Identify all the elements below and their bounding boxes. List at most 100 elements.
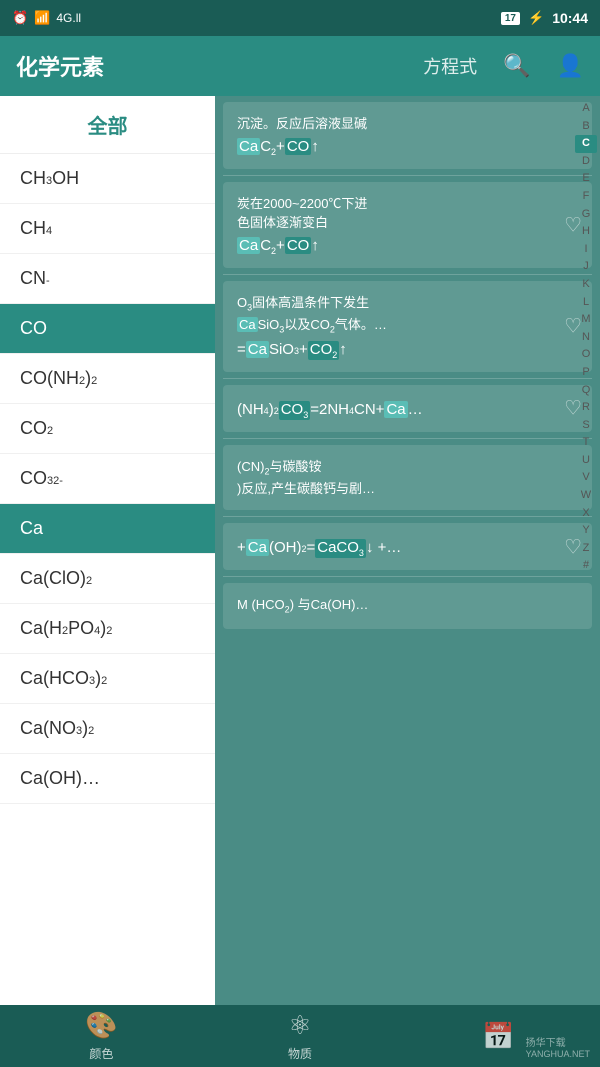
card4-formula: (NH4)2CO3=2NH4CN+Ca…: [237, 401, 578, 420]
alpha-d[interactable]: D: [575, 153, 597, 171]
sidebar-item-ca[interactable]: Ca: [0, 504, 215, 554]
sidebar-item-co[interactable]: CO: [0, 304, 215, 354]
alpha-t[interactable]: T: [575, 434, 597, 452]
content-card-3: ♡ O3固体高温条件下发生CaSiO3以及CO2气体。… =CaSiO3+CO2…: [223, 281, 592, 372]
card2-text: 炭在2000~2200℃下进色固体逐渐变白: [237, 194, 578, 233]
divider-3: [223, 378, 592, 379]
bottom-nav: 🎨 颜色 ⚛ 物质 📅 扬华下载 YANGHUA.NET: [0, 1005, 600, 1067]
nav-color[interactable]: 🎨 颜色: [85, 1010, 117, 1062]
sidebar-item-ch4[interactable]: CH4: [0, 204, 215, 254]
card3-text: O3固体高温条件下发生CaSiO3以及CO2气体。…: [237, 293, 578, 337]
app-title: 化学元素: [16, 50, 413, 82]
alpha-s[interactable]: S: [575, 417, 597, 435]
card3-formula: =CaSiO3+CO2 ↑: [237, 341, 578, 360]
content-area: 沉淀。反应后溶液显碱 CaC2+CO ↑ ♡ 炭在2000~2200℃下进色固体…: [215, 96, 600, 1005]
alpha-x[interactable]: X: [575, 505, 597, 523]
watermark: 扬华下载 YANGHUA.NET: [526, 1034, 590, 1059]
sidebar-item-cn-[interactable]: CN-: [0, 254, 215, 304]
formula-caco3: CaCO3: [315, 539, 366, 558]
sidebar-item-caoh[interactable]: Ca(OH)…: [0, 754, 215, 804]
alpha-w[interactable]: W: [575, 487, 597, 505]
alpha-y[interactable]: Y: [575, 522, 597, 540]
charging-icon: ⚡: [528, 10, 544, 26]
color-icon: 🎨: [85, 1010, 117, 1041]
alpha-f[interactable]: F: [575, 188, 597, 206]
content-card-5: (CN)2与碳酸铵)反应,产生碳酸钙与剧…: [223, 445, 592, 511]
alpha-hash[interactable]: #: [575, 557, 597, 575]
sidebar-all[interactable]: 全部: [0, 96, 215, 154]
formula-cac2: CaC2+: [237, 138, 285, 157]
alpha-k[interactable]: K: [575, 276, 597, 294]
sidebar-item-ch3oh[interactable]: CH3OH: [0, 154, 215, 204]
alpha-n[interactable]: N: [575, 329, 597, 347]
main-layout: 全部 CH3OH CH4 CN- CO CO(NH2)2 CO2 CO32- C…: [0, 96, 600, 1005]
alpha-z[interactable]: Z: [575, 540, 597, 558]
nav-calendar[interactable]: 📅: [482, 1021, 514, 1052]
sidebar-item-co32-[interactable]: CO32-: [0, 454, 215, 504]
alpha-b[interactable]: B: [575, 118, 597, 136]
card1-text: 沉淀。反应后溶液显碱: [237, 114, 578, 134]
status-bar: ⏰ 📶 4G.ll 17 ⚡ 10:44: [0, 0, 600, 36]
alpha-u[interactable]: U: [575, 452, 597, 470]
alarm-icon: ⏰: [12, 10, 28, 26]
divider-5: [223, 516, 592, 517]
card7-text: M (HCO2) 与Ca(OH)…: [237, 595, 578, 617]
formula-co2: CO: [285, 237, 312, 254]
wifi-icon: 📶: [34, 10, 50, 26]
alpha-e[interactable]: E: [575, 170, 597, 188]
nav-color-label: 颜色: [89, 1045, 113, 1062]
alpha-g[interactable]: G: [575, 206, 597, 224]
nav-matter-label: 物质: [288, 1045, 312, 1062]
alpha-q[interactable]: Q: [575, 382, 597, 400]
formula-casio3: Ca: [246, 341, 269, 358]
sidebar-item-cah2po4[interactable]: Ca(H2PO4)2: [0, 604, 215, 654]
divider-1: [223, 175, 592, 176]
sidebar-item-caclo2[interactable]: Ca(ClO)2: [0, 554, 215, 604]
signal-label: 4G.ll: [56, 11, 81, 25]
calendar-icon: 📅: [482, 1021, 514, 1052]
header-subtitle: 方程式: [423, 53, 477, 79]
content-card-4: ♡ (NH4)2CO3=2NH4CN+Ca…: [223, 385, 592, 432]
formula-co: CO: [285, 138, 312, 155]
content-card-7: M (HCO2) 与Ca(OH)…: [223, 583, 592, 629]
formula-cac2b: CaC2+: [237, 237, 285, 256]
card1-formula: CaC2+CO ↑: [237, 138, 578, 157]
divider-2: [223, 274, 592, 275]
alpha-l[interactable]: L: [575, 294, 597, 312]
app-header: 化学元素 方程式 🔍 👤: [0, 36, 600, 96]
alpha-index: A B C D E F G H I J K L M N O P Q R S T …: [572, 96, 600, 579]
matter-icon: ⚛: [288, 1010, 311, 1041]
sidebar-item-co2[interactable]: CO2: [0, 404, 215, 454]
content-card-6: ♡ +Ca(OH)2=CaCO3 ↓ +…: [223, 523, 592, 570]
nav-matter[interactable]: ⚛ 物质: [288, 1010, 312, 1062]
card6-formula: +Ca(OH)2=CaCO3 ↓ +…: [237, 539, 578, 558]
formula-co3: CO3: [279, 401, 311, 420]
alpha-o[interactable]: O: [575, 346, 597, 364]
alpha-c[interactable]: C: [575, 135, 597, 153]
sidebar: 全部 CH3OH CH4 CN- CO CO(NH2)2 CO2 CO32- C…: [0, 96, 215, 1005]
formula-ca4: Ca: [384, 401, 407, 418]
divider-4: [223, 438, 592, 439]
alpha-v[interactable]: V: [575, 469, 597, 487]
sidebar-item-cahco3[interactable]: Ca(HCO3)2: [0, 654, 215, 704]
alpha-m[interactable]: M: [575, 311, 597, 329]
content-card-2: ♡ 炭在2000~2200℃下进色固体逐渐变白 CaC2+CO ↑: [223, 182, 592, 268]
status-left: ⏰ 📶 4G.ll: [12, 10, 493, 26]
status-time: 10:44: [552, 10, 588, 26]
sidebar-item-conh2[interactable]: CO(NH2)2: [0, 354, 215, 404]
alpha-i[interactable]: I: [575, 241, 597, 259]
alpha-h[interactable]: H: [575, 223, 597, 241]
search-icon[interactable]: 🔍: [503, 53, 530, 79]
profile-icon[interactable]: 👤: [557, 53, 584, 79]
alpha-a[interactable]: A: [575, 100, 597, 118]
formula-ca6: Ca: [246, 539, 269, 556]
formula-co22: CO2: [308, 341, 340, 360]
card5-text: (CN)2与碳酸铵)反应,产生碳酸钙与剧…: [237, 457, 578, 499]
sidebar-item-cano3[interactable]: Ca(NO3)2: [0, 704, 215, 754]
card2-formula: CaC2+CO ↑: [237, 237, 578, 256]
alpha-j[interactable]: J: [575, 258, 597, 276]
divider-6: [223, 576, 592, 577]
alpha-p[interactable]: P: [575, 364, 597, 382]
battery-badge: 17: [501, 12, 520, 25]
alpha-r[interactable]: R: [575, 399, 597, 417]
